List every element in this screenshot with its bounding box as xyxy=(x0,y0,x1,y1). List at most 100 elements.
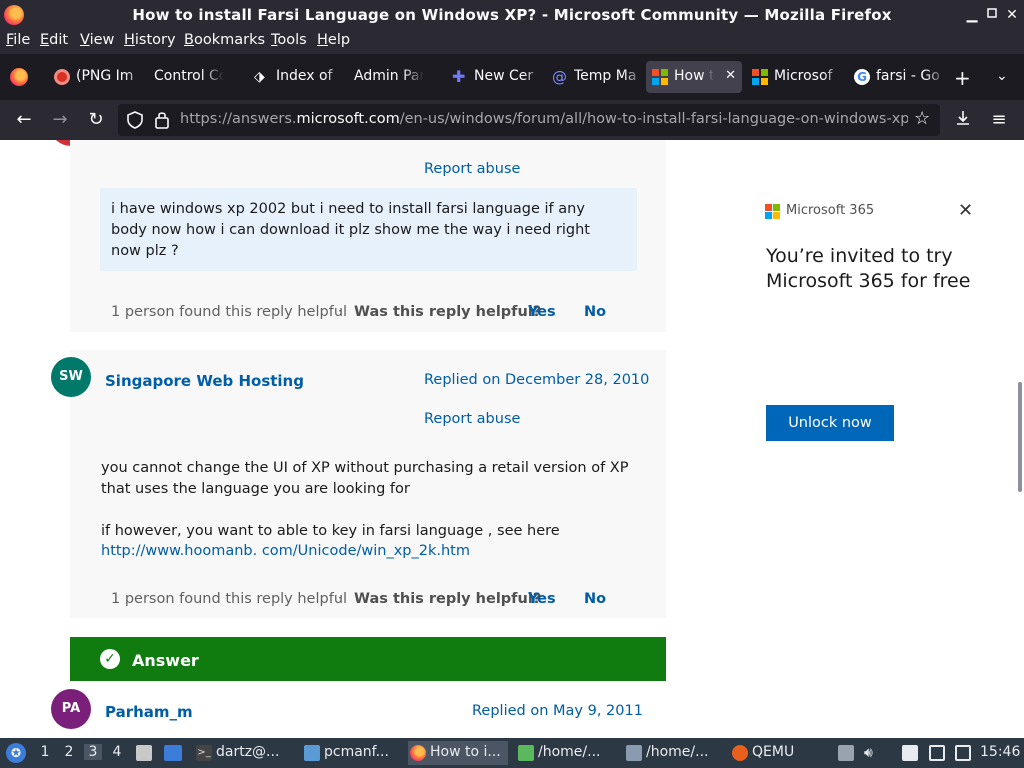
helpful-count: 1 person found this reply helpful xyxy=(111,591,348,607)
minimize-icon[interactable]: ▁ xyxy=(962,5,982,25)
microsoft-icon xyxy=(652,69,668,85)
task-editor[interactable]: /home/... xyxy=(516,741,616,765)
microsoft-icon xyxy=(752,69,768,85)
report-abuse-link[interactable]: Report abuse xyxy=(424,411,520,427)
close-tab-icon[interactable]: ✕ xyxy=(725,68,736,83)
menu-file[interactable]: File xyxy=(6,32,30,48)
menu-view[interactable]: View xyxy=(80,32,114,48)
yes-button[interactable]: Yes xyxy=(528,304,556,320)
ad-brand: Microsoft 365 xyxy=(786,203,875,218)
back-icon[interactable]: ← xyxy=(13,109,35,131)
tag-icon: ⬗ xyxy=(254,69,265,85)
external-link[interactable]: http://www.hoomanb. com/Unicode/win_xp_2… xyxy=(101,543,470,559)
workspace-3[interactable]: 3 xyxy=(84,744,102,760)
terminal-icon: >_ xyxy=(196,745,212,761)
ad-headline: You’re invited to try Microsoft 365 for … xyxy=(766,245,971,292)
shield-icon[interactable] xyxy=(126,110,144,134)
answer-label: Answer xyxy=(132,651,199,670)
tab-microsoft[interactable]: Microsof xyxy=(746,61,844,93)
unlock-now-button[interactable]: Unlock now xyxy=(766,405,894,441)
page-content: Report abuse i have windows xp 2002 but … xyxy=(0,140,1024,738)
helpful-question: Was this reply helpful? xyxy=(354,591,542,607)
navigation-toolbar: ← → ↻ https://answers.microsoft.com/en-u… xyxy=(0,100,1024,140)
workspace-1[interactable]: 1 xyxy=(36,744,54,760)
user-name-link[interactable]: Parham_m xyxy=(105,703,193,721)
forward-icon[interactable]: → xyxy=(49,109,71,131)
restore-icon[interactable] xyxy=(982,5,1002,25)
reload-icon[interactable]: ↻ xyxy=(85,109,107,131)
task-terminal[interactable]: >_ dartz@... xyxy=(194,741,294,765)
lock-icon[interactable] xyxy=(154,110,170,134)
checkmark-icon: ✓ xyxy=(100,649,120,669)
tab-control-coll[interactable]: Control Coll xyxy=(146,61,244,93)
scrollbar[interactable] xyxy=(1016,140,1024,738)
tab-list-chevron-icon[interactable]: ⌄ xyxy=(996,68,1008,84)
clipboard-icon[interactable] xyxy=(902,745,918,761)
start-menu-icon[interactable]: ✪ xyxy=(6,743,26,763)
at-icon: @ xyxy=(552,68,567,86)
desktop-launcher-icon[interactable] xyxy=(164,745,182,761)
google-icon: G xyxy=(854,69,870,85)
tab-how-to[interactable]: How to ✕ xyxy=(646,61,742,93)
qemu-icon xyxy=(732,745,748,761)
answer-banner: ✓ Answer xyxy=(70,637,666,681)
avatar: SW xyxy=(51,357,91,397)
scrollbar-thumb[interactable] xyxy=(1018,382,1022,492)
puzzle-icon: ✚ xyxy=(452,67,466,86)
no-button[interactable]: No xyxy=(584,591,606,607)
window-titlebar: How to install Farsi Language on Windows… xyxy=(0,0,1024,30)
menu-history[interactable]: History xyxy=(124,32,176,48)
taskbar: ✪ 1 2 3 4 >_ dartz@... pcmanf... How to … xyxy=(0,738,1024,768)
report-abuse-link[interactable]: Report abuse xyxy=(424,161,520,177)
firefox-view-icon[interactable] xyxy=(10,68,28,86)
yes-button[interactable]: Yes xyxy=(528,591,556,607)
task-text-editor[interactable]: /home/... xyxy=(624,741,724,765)
tab-new-cert[interactable]: ✚ New Cer xyxy=(446,61,544,93)
url-text[interactable]: https://answers.microsoft.com/en-us/wind… xyxy=(180,111,908,127)
new-tab-icon[interactable]: + xyxy=(954,66,971,90)
helpful-question: Was this reply helpful? xyxy=(354,304,542,320)
tab-index-of[interactable]: ⬗ Index of xyxy=(248,61,346,93)
tray-app-icon[interactable] xyxy=(838,745,854,761)
url-bar[interactable]: https://answers.microsoft.com/en-us/wind… xyxy=(118,104,940,136)
reply-body: if however, you want to able to key in f… xyxy=(101,523,560,539)
menu-help[interactable]: Help xyxy=(317,32,350,48)
menu-edit[interactable]: Edit xyxy=(40,32,68,48)
menu-bookmarks[interactable]: Bookmarks xyxy=(184,32,265,48)
tab-farsi-google[interactable]: G farsi - Go xyxy=(848,61,944,93)
feather-icon xyxy=(626,745,642,761)
helpful-count: 1 person found this reply helpful xyxy=(111,304,348,320)
file-manager-launcher-icon[interactable] xyxy=(136,745,152,761)
display-icon[interactable] xyxy=(929,745,945,761)
editor-icon xyxy=(518,745,534,761)
tab-admin-panel[interactable]: Admin Pane xyxy=(346,61,444,93)
window-title: How to install Farsi Language on Windows… xyxy=(132,6,892,24)
reply-body: i have windows xp 2002 but i need to ins… xyxy=(111,201,590,259)
task-firefox[interactable]: How to i... xyxy=(408,741,508,765)
separator-dot: · xyxy=(338,304,342,318)
workspace-4[interactable]: 4 xyxy=(108,744,126,760)
tab-png[interactable]: (PNG Im xyxy=(48,61,146,93)
close-window-icon[interactable]: ✕ xyxy=(1002,5,1022,25)
reply-date: Replied on May 9, 2011 xyxy=(472,703,643,719)
tab-temp-mail[interactable]: @ Temp Ma xyxy=(546,61,644,93)
task-qemu[interactable]: QEMU xyxy=(730,741,820,765)
tab-strip: (PNG Im Control Coll ⬗ Index of Admin Pa… xyxy=(0,54,1024,100)
downloads-icon[interactable] xyxy=(952,109,974,131)
red-circle-icon xyxy=(54,69,70,85)
no-button[interactable]: No xyxy=(584,304,606,320)
task-pcmanfm[interactable]: pcmanf... xyxy=(302,741,402,765)
hamburger-menu-icon[interactable]: ≡ xyxy=(988,109,1010,131)
reply-body: you cannot change the UI of XP without p… xyxy=(101,460,629,497)
menu-tools[interactable]: Tools xyxy=(271,32,307,48)
volume-icon[interactable]: 🔊︎ xyxy=(864,745,880,761)
workspace-2[interactable]: 2 xyxy=(60,744,78,760)
reply-date: Replied on December 28, 2010 xyxy=(424,372,650,388)
menu-bar: File Edit View History Bookmarks Tools H… xyxy=(0,30,1024,54)
network-icon[interactable] xyxy=(955,745,971,761)
clock[interactable]: 15:46 xyxy=(980,744,1020,760)
close-ad-icon[interactable]: ✕ xyxy=(958,200,973,221)
user-name-link[interactable]: Singapore Web Hosting xyxy=(105,372,304,390)
microsoft-logo-icon xyxy=(765,204,780,219)
bookmark-star-icon[interactable]: ☆ xyxy=(914,108,930,129)
